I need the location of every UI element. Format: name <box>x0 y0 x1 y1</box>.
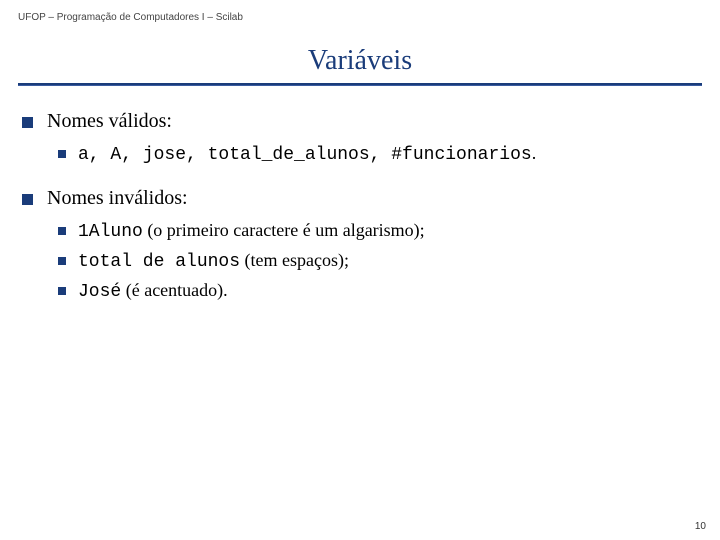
code-text: total de alunos <box>78 252 240 272</box>
list-item: total de alunos (tem espaços); <box>58 250 702 272</box>
square-bullet-icon <box>22 194 33 205</box>
valid-heading: Nomes válidos: <box>47 110 172 133</box>
rest-text: (é acentuado). <box>121 280 227 300</box>
invalid-item-text: José (é acentuado). <box>78 280 228 302</box>
rest-text: . <box>532 143 537 163</box>
invalid-heading: Nomes inválidos: <box>47 187 188 210</box>
course-header: UFOP – Programação de Computadores I – S… <box>18 12 702 23</box>
code-text: 1Aluno <box>78 222 143 242</box>
square-bullet-icon <box>58 150 66 158</box>
list-item: 1Aluno (o primeiro caractere é um algari… <box>58 220 702 242</box>
valid-item-text: a, A, jose, total_de_alunos, #funcionari… <box>78 143 536 165</box>
rest-text: (tem espaços); <box>240 250 349 270</box>
valid-heading-row: Nomes válidos: <box>22 110 702 133</box>
square-bullet-icon <box>58 257 66 265</box>
rest-text: (o primeiro caractere é um algarismo); <box>143 220 425 240</box>
slide-content: Nomes válidos: a, A, jose, total_de_alun… <box>18 110 702 302</box>
code-text: a, A, jose, total_de_alunos, #funcionari… <box>78 145 532 165</box>
title-rule <box>18 83 702 86</box>
square-bullet-icon <box>58 227 66 235</box>
invalid-item-text: 1Aluno (o primeiro caractere é um algari… <box>78 220 425 242</box>
invalid-item-text: total de alunos (tem espaços); <box>78 250 349 272</box>
square-bullet-icon <box>58 287 66 295</box>
code-text: José <box>78 282 121 302</box>
slide-title: Variáveis <box>18 45 702 77</box>
invalid-heading-row: Nomes inválidos: <box>22 187 702 210</box>
list-item: José (é acentuado). <box>58 280 702 302</box>
page-number: 10 <box>695 521 706 532</box>
list-item: a, A, jose, total_de_alunos, #funcionari… <box>58 143 702 165</box>
square-bullet-icon <box>22 117 33 128</box>
